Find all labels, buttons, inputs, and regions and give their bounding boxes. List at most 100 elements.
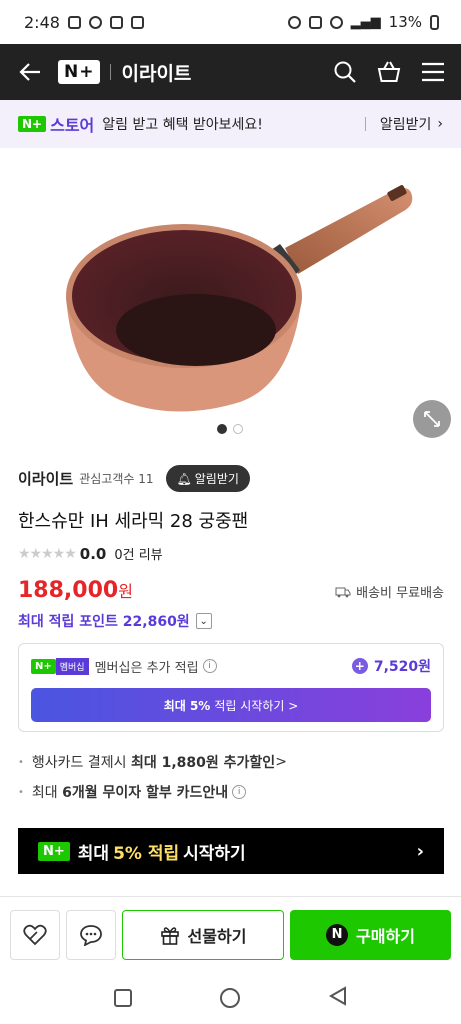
search-icon [334,61,356,83]
system-navigation-bar [0,972,461,1024]
benefit-card-discount[interactable]: 행사카드 결제시 최대 1,880원 추가할인 > [18,752,287,772]
wok-pan-image [66,185,413,412]
expand-arrows-icon [424,411,440,427]
gift-icon [160,926,179,945]
notice-action-label: 알림받기 [379,117,432,133]
benefit-installment[interactable]: 최대 6개월 무이자 할부 카드안내 i [18,782,287,802]
pagination-dot[interactable] [217,424,227,434]
battery-saver-icon [130,15,144,29]
notice-message: 알림 받고 혜택 받아보세요! [102,117,263,133]
recent-apps-button[interactable] [114,989,133,1007]
rating-row[interactable]: ★★★★★ 0.0 0건 리뷰 [18,544,163,564]
benefit-text: 최대 [31,785,58,801]
buy-button[interactable]: N 구매하기 [290,909,451,960]
product-image[interactable] [0,148,461,446]
shopping-basket-icon [377,61,401,82]
star-rating-icon: ★★★★★ [18,545,77,562]
notification-icon [67,15,81,29]
chevron-right-icon: › [416,840,424,862]
product-price: 188,000원 [18,578,133,603]
clock: 2:48 [24,12,60,32]
battery-level: 13% [388,13,422,31]
benefit-bold: 최대 1,880원 추가할인 [130,755,276,771]
naver-plus-badge: N+ [18,116,47,132]
battery-icon [430,14,439,30]
chevron-down-icon[interactable]: ⌄ [195,613,212,629]
promo-post: 시작하기 [183,843,246,864]
triangle-back-icon [328,986,346,1006]
store-title[interactable]: 이라이트 [121,59,191,86]
store-label: 스토어 [50,116,95,135]
notice-alarm-link[interactable]: 알림받기 › [364,114,443,134]
expand-image-button[interactable] [413,400,451,438]
home-button[interactable] [220,988,241,1008]
no-sim-icon [109,15,123,29]
pagination-dot[interactable] [233,424,243,434]
bell-plus-icon: 🔔︎ [176,471,192,486]
bottom-action-bar: 선물하기 N 구매하기 [0,896,461,972]
review-count: 0건 리뷰 [114,548,163,563]
signal-icon: ▂▄▆ [350,14,381,30]
chevron-right-icon: › [437,116,443,132]
seller-name[interactable]: 이라이트 [18,468,73,489]
price-value: 188,000 [18,578,119,603]
hamburger-menu-icon [422,62,444,82]
data-saver-icon [287,15,301,29]
chat-bubble-icon [80,924,102,946]
product-title: 한스슈만 IH 세라믹 28 궁중팬 [18,511,249,532]
card-benefits-list: 행사카드 결제시 최대 1,880원 추가할인 > 최대 6개월 무이자 할부 … [18,752,287,812]
app-header: N+ 이라이트 [0,44,461,100]
alarm-notice-banner: N+ 스토어 알림 받고 혜택 받아보세요! 알림받기 › [0,100,461,148]
benefit-bold: 6개월 무이자 할부 카드안내 [62,785,229,801]
seller-alarm-label: 알림받기 [194,472,239,486]
gift-label: 선물하기 [187,926,247,946]
benefit-text: 행사카드 결제시 [31,755,127,771]
delivery-truck-icon [335,587,351,597]
naver-plus-badge: N+ [38,841,70,861]
menu-button[interactable] [421,62,445,82]
buy-label: 구매하기 [356,926,415,946]
plus-circle-icon: + [351,658,368,674]
chat-button[interactable] [66,909,116,960]
membership-cta-label: 적립 시작하기 > [214,698,299,713]
seller-alarm-button[interactable]: 🔔︎ 알림받기 [165,465,250,492]
naver-pay-n-icon: N [326,923,349,946]
naver-plus-badge: N+ [31,658,56,674]
benefit-chevron: > [275,754,287,770]
membership-box: N+ 멤버십 멤버십은 추가 적립 i + 7,520원 최대 5% 적립 시작… [18,643,444,732]
cart-button[interactable] [377,60,401,84]
seller-row: 이라이트 관심고객수 11 🔔︎ 알림받기 [18,465,250,492]
back-button[interactable] [16,58,44,86]
arrow-left-icon [19,63,40,81]
naver-plus-logo[interactable]: N+ [58,60,101,84]
status-bar: 2:48 ▂▄▆ 13% [0,0,461,44]
shipping-info: 배송비 무료배송 [335,582,444,601]
info-icon[interactable]: i [232,785,247,799]
membership-cta-bold: 최대 5% [163,698,211,713]
promo-pre: 최대 [77,843,110,864]
mute-icon [308,15,322,29]
seller-followers: 관심고객수 11 [79,472,154,486]
promo-highlight: 5% 적립 [113,843,180,864]
membership-start-button[interactable]: 최대 5% 적립 시작하기 > [31,688,431,722]
search-button[interactable] [333,60,357,84]
gift-button[interactable]: 선물하기 [122,909,284,960]
shipping-label: 배송비 무료배송 [356,586,444,601]
naver-plus-promo-banner[interactable]: N+ 최대 5% 적립 시작하기 › [18,828,444,874]
membership-points: + 7,520원 [351,656,431,676]
max-points: 최대 적립 포인트 22,860원 [18,614,190,630]
system-back-button[interactable] [328,986,347,1010]
notice-divider [364,117,366,131]
wifi-icon [329,15,343,29]
heart-icon [23,924,47,945]
app-c-icon [88,15,102,29]
wishlist-button[interactable] [10,909,60,960]
header-divider [110,64,112,80]
membership-points-value: 7,520원 [373,659,431,675]
info-icon[interactable]: i [202,659,217,673]
membership-text: 멤버십은 추가 적립 [94,660,199,676]
price-unit: 원 [118,582,133,601]
points-row[interactable]: 최대 적립 포인트 22,860원 ⌄ [18,611,212,631]
membership-badge: 멤버십 [55,657,89,675]
image-pagination [217,424,243,434]
